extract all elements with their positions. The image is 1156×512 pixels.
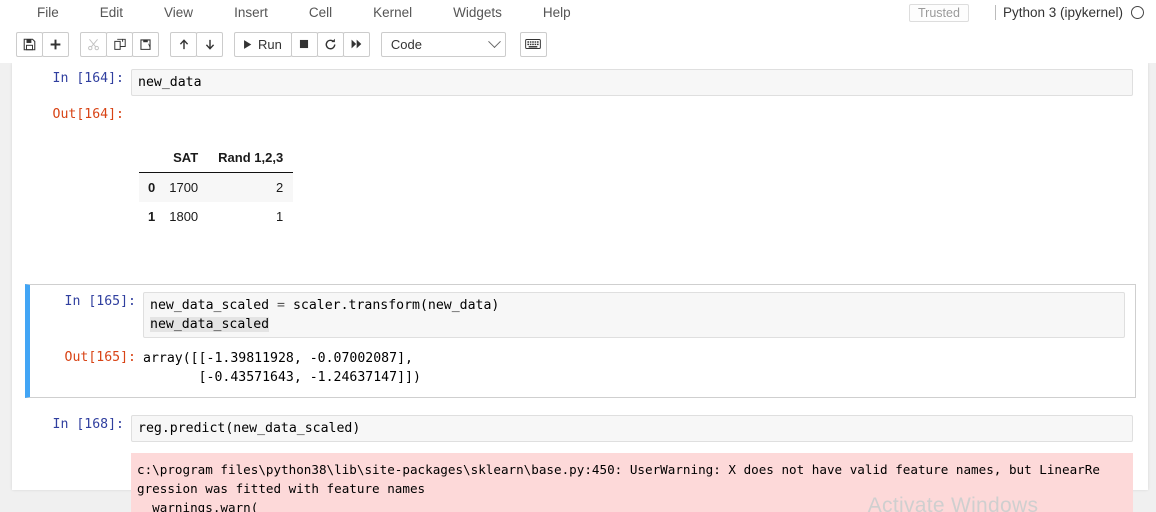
jupyter-notebook-app: File Edit View Insert Cell Kernel Widget… [0,0,1156,512]
activate-windows-watermark: Activate Windows [0,494,1156,512]
row-index-1: 1 [139,202,159,231]
cell-input-row: In [165]: new_data_scaled = scaler.trans… [30,285,1135,345]
stop-icon [298,38,310,50]
restart-icon [324,38,337,51]
cell-type-select[interactable]: Code [381,32,506,57]
scissors-icon [87,38,101,51]
row-index-0: 0 [139,173,159,203]
cell-0-rand: 2 [208,173,293,203]
trusted-badge[interactable]: Trusted [909,4,969,22]
copy-icon [113,38,127,51]
arrow-up-icon [178,38,190,51]
text-output-165: array([[-1.39811928, -0.07002087], [-0.4… [143,348,1125,387]
table-row: 1 1800 1 [139,202,293,231]
run-button-label: Run [258,37,282,52]
menu-item-edit[interactable]: Edit [90,3,133,22]
menu-item-help[interactable]: Help [533,3,581,22]
paste-cells-button[interactable] [132,32,159,57]
code-token-selected-line: new_data_scaled [150,317,269,332]
save-icon [23,38,36,51]
toolbar: Run Code [0,25,1156,64]
menu-item-insert[interactable]: Insert [224,3,278,22]
menu-items: File Edit View Insert Cell Kernel Widget… [27,3,602,22]
cell-0-sat: 1700 [159,173,208,203]
restart-and-run-all-button[interactable] [343,32,370,57]
dataframe-head: SAT Rand 1,2,3 [139,144,293,173]
cell-output-row: Out[164]: SAT Rand 1,2,3 [12,101,1148,274]
menu-item-kernel[interactable]: Kernel [363,3,422,22]
move-cell-down-button[interactable] [196,32,223,57]
dataframe-col-sat: SAT [159,144,208,173]
play-icon [242,39,253,50]
paste-icon [139,38,152,51]
menu-item-widgets[interactable]: Widgets [443,3,512,22]
divider [995,5,996,20]
copy-cells-button[interactable] [106,32,133,57]
move-cell-up-button[interactable] [170,32,197,57]
code-input-168[interactable]: reg.predict(new_data_scaled) [131,415,1133,442]
toolbar-group-save [16,32,69,57]
toolbar-group-run: Run [234,32,370,57]
code-token-operator: = [277,298,285,313]
toolbar-group-move [170,32,223,57]
interrupt-kernel-button[interactable] [291,32,318,57]
code-token-var: new_data_scaled [150,298,277,313]
dataframe-col-rand: Rand 1,2,3 [208,144,293,173]
warning-line-1: c:\program files\python38\lib\site-packa… [137,462,1100,477]
output-line-1: array([[-1.39811928, -0.07002087], [143,351,413,366]
restart-kernel-button[interactable] [317,32,344,57]
cell-1-sat: 1800 [159,202,208,231]
notebook-cell-165-selected[interactable]: In [165]: new_data_scaled = scaler.trans… [25,284,1136,398]
table-header-row: SAT Rand 1,2,3 [139,144,293,173]
dataframe-table: SAT Rand 1,2,3 0 1700 2 [139,144,293,231]
cell-input-row: In [168]: reg.predict(new_data_scaled) [12,410,1148,447]
toolbar-group-edit [80,32,159,57]
menu-bar-right: Trusted Python 3 (ipykernel) [909,0,1148,25]
notebook-scroll-area[interactable]: In [164]: new_data Out[164]: SAT Rand 1,… [0,63,1156,512]
fast-forward-icon [350,38,363,50]
run-cell-button[interactable]: Run [234,32,292,57]
code-input-165[interactable]: new_data_scaled = scaler.transform(new_d… [143,292,1125,338]
menu-item-cell[interactable]: Cell [299,3,342,22]
cell-1-rand: 1 [208,202,293,231]
input-prompt-164: In [164]: [23,69,131,88]
kernel-idle-icon [1131,6,1144,19]
dataframe-index-header [139,144,159,173]
notebook-page: In [164]: new_data Out[164]: SAT Rand 1,… [12,63,1148,490]
cut-cells-button[interactable] [80,32,107,57]
command-palette-button[interactable] [520,32,547,57]
keyboard-icon [525,38,541,50]
menu-item-file[interactable]: File [27,3,69,22]
menu-bar: File Edit View Insert Cell Kernel Widget… [0,0,1156,26]
cell-input-row: In [164]: new_data [12,63,1148,101]
insert-cell-below-button[interactable] [42,32,69,57]
kernel-name-label: Python 3 (ipykernel) [1003,5,1123,20]
plus-icon [49,38,62,51]
menu-item-view[interactable]: View [154,3,203,22]
chevron-down-icon [488,35,501,48]
arrow-down-icon [204,38,216,51]
output-prompt-165: Out[165]: [35,348,143,367]
save-button[interactable] [16,32,43,57]
code-token-call: scaler.transform(new_data) [285,298,499,313]
cell-type-value: Code [391,37,422,52]
cell-output-row: Out[165]: array([[-1.39811928, -0.070020… [30,345,1135,397]
table-row: 0 1700 2 [139,173,293,203]
notebook-cell-164[interactable]: In [164]: new_data Out[164]: SAT Rand 1,… [12,63,1148,274]
input-prompt-165: In [165]: [35,292,143,311]
output-line-2: [-0.43571643, -1.24637147]]) [143,370,421,385]
watermark-text: Activate Windows [868,494,1039,512]
dataframe-output-164: SAT Rand 1,2,3 0 1700 2 [131,105,1133,269]
input-prompt-168: In [168]: [23,415,131,434]
dataframe-body: 0 1700 2 1 1800 1 [139,173,293,232]
code-input-164[interactable]: new_data [131,69,1133,96]
output-prompt-164: Out[164]: [23,105,131,124]
